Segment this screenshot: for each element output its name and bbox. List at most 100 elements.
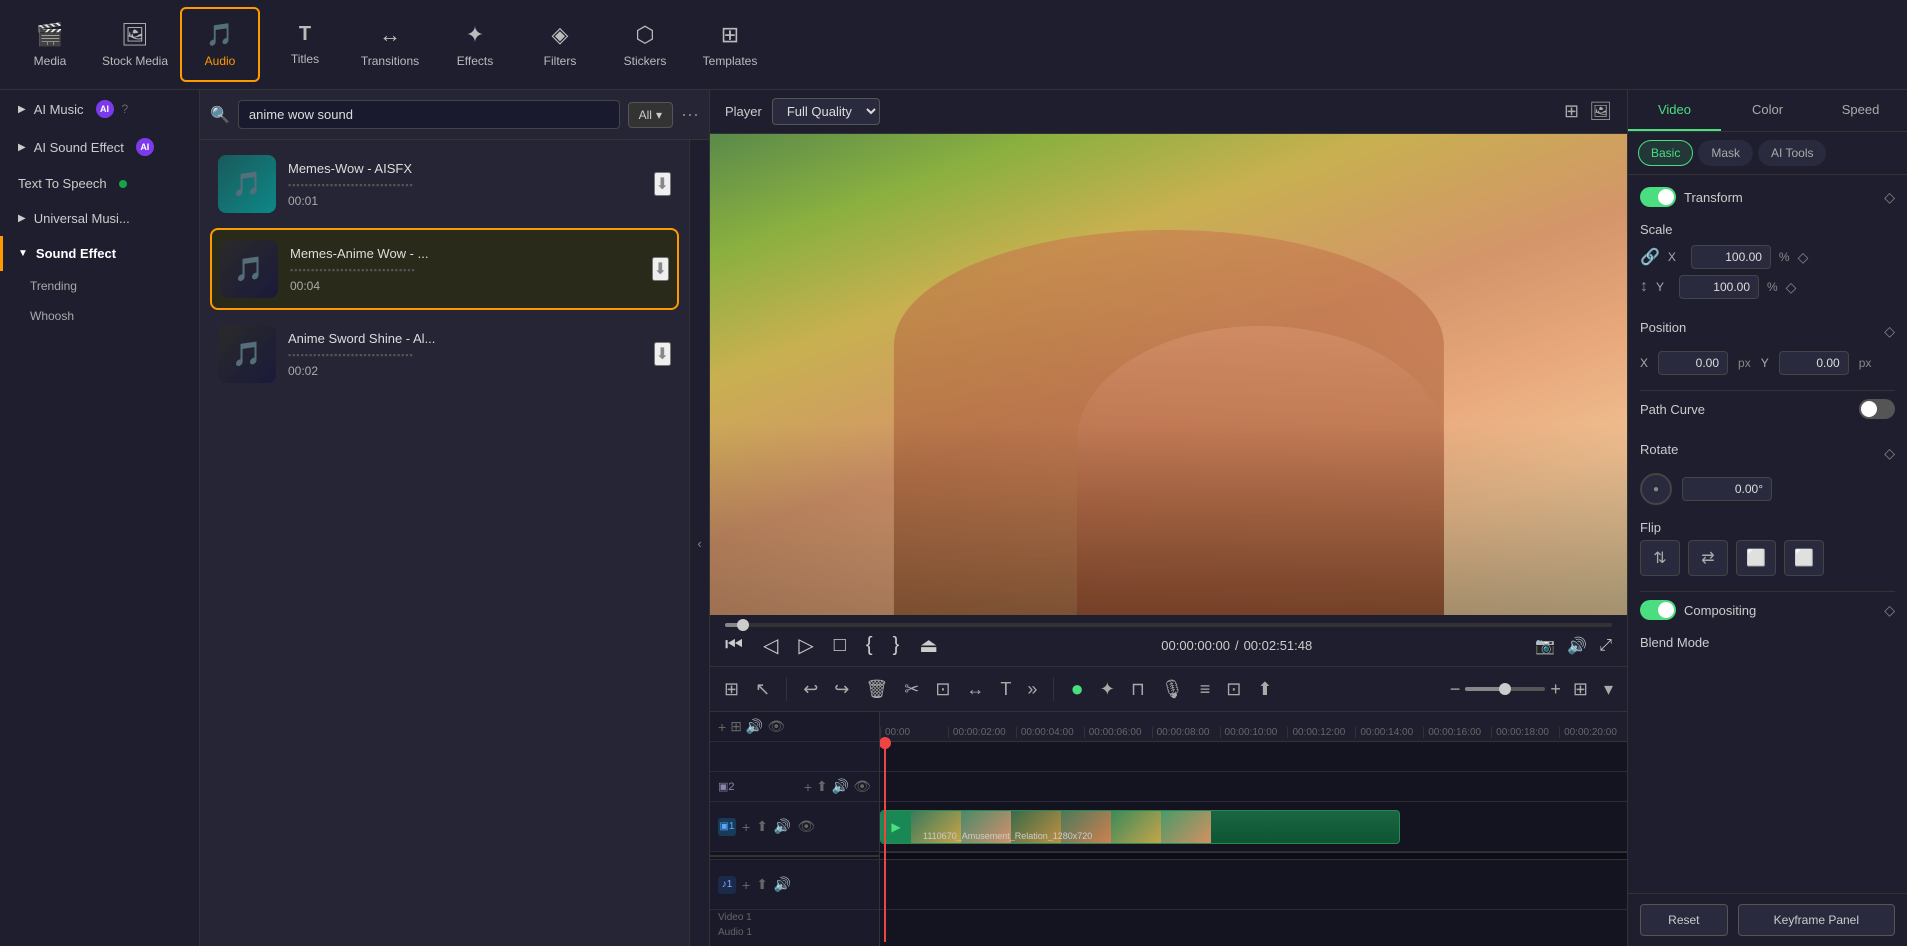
sidebar-item-ai-music[interactable]: ▶ AI Music AI ?	[0, 90, 199, 128]
position-keyframe[interactable]: ◇	[1884, 323, 1895, 340]
toolbar-stickers[interactable]: ⬡ Stickers	[605, 7, 685, 82]
sub-tab-ai-tools[interactable]: AI Tools	[1758, 140, 1826, 166]
insert-button[interactable]: ⏏	[919, 633, 938, 658]
track-btn[interactable]: ≡	[1196, 675, 1215, 704]
download-button-1[interactable]: ⬇	[654, 172, 671, 196]
flip-vertical-button[interactable]: ⇅	[1640, 540, 1680, 576]
transform-keyframe[interactable]: ◇	[1884, 189, 1895, 206]
add-v1-track[interactable]: +	[742, 819, 750, 835]
rotate-dial[interactable]: ●	[1640, 473, 1672, 505]
select-tool-button[interactable]: ↖	[751, 675, 774, 704]
tab-color[interactable]: Color	[1721, 90, 1814, 131]
grid-layout-button[interactable]: ⊞	[1569, 675, 1592, 704]
audio-item-1[interactable]: 🎵 Memes-Wow - AISFX ▪▪▪▪▪▪▪▪▪▪▪▪▪▪▪▪▪▪▪▪…	[210, 145, 679, 223]
speaker-button[interactable]: 🔊	[746, 718, 763, 735]
toolbar-transitions[interactable]: ↔ Transitions	[350, 7, 430, 82]
rotate-input[interactable]	[1682, 477, 1772, 501]
quality-select[interactable]: Full Quality	[772, 98, 880, 125]
video-eye[interactable]: 👁	[853, 778, 871, 795]
a1-volume[interactable]: 🔊	[774, 876, 791, 893]
sidebar-item-ai-sound[interactable]: ▶ AI Sound Effect AI	[0, 128, 199, 166]
audio-item-3[interactable]: 🎵 Anime Sword Shine - Al... ▪▪▪▪▪▪▪▪▪▪▪▪…	[210, 315, 679, 393]
more-tools-button[interactable]: »	[1023, 675, 1041, 704]
scroll-toggle[interactable]: ‹	[689, 140, 709, 946]
text-button[interactable]: T	[996, 675, 1015, 704]
add-media-button[interactable]: ⊞	[720, 675, 743, 704]
audio-stretch-button[interactable]: ↔	[962, 675, 988, 704]
record-button[interactable]: ●	[1066, 672, 1087, 706]
compositing-keyframe[interactable]: ◇	[1884, 602, 1895, 619]
sidebar-item-sound-effect[interactable]: ▼ Sound Effect	[0, 236, 199, 271]
transform-button[interactable]: ⊡	[931, 675, 954, 704]
effects-button[interactable]: ✦	[1096, 675, 1119, 704]
toolbar-effects[interactable]: ✦ Effects	[435, 7, 515, 82]
sidebar-item-universal[interactable]: ▶ Universal Musi...	[0, 201, 199, 236]
tab-video[interactable]: Video	[1628, 90, 1721, 131]
mark-out-button[interactable]: }	[893, 634, 900, 657]
tab-speed[interactable]: Speed	[1814, 90, 1907, 131]
stop-button[interactable]: □	[834, 634, 846, 657]
sidebar-sub-trending[interactable]: Trending	[0, 271, 199, 301]
delete-button[interactable]: 🗑	[861, 675, 892, 704]
video-clip-1[interactable]: ▶	[880, 810, 1400, 844]
export-button[interactable]: ⬆	[1253, 675, 1276, 704]
mark-in-button[interactable]: {	[866, 634, 873, 657]
toolbar-audio[interactable]: 🎵 Audio	[180, 7, 260, 82]
add-track-button[interactable]: +	[718, 719, 726, 735]
grid-view-button[interactable]: ⊞	[1564, 101, 1579, 122]
scale-x-keyframe[interactable]: ◇	[1798, 249, 1809, 266]
eye-button[interactable]: 👁	[767, 718, 785, 735]
upload-video[interactable]: ⬆	[816, 778, 828, 795]
keyframe-panel-button[interactable]: Keyframe Panel	[1738, 904, 1895, 936]
sub-tab-basic[interactable]: Basic	[1638, 140, 1693, 166]
scale-y-input[interactable]	[1679, 275, 1759, 299]
undo-button[interactable]: ↩	[799, 675, 822, 704]
flip-3-button[interactable]: ⬜	[1736, 540, 1776, 576]
progress-bar[interactable]	[725, 623, 1612, 627]
video-volume[interactable]: 🔊	[832, 778, 849, 795]
v1-eye[interactable]: 👁	[797, 818, 815, 835]
zoom-slider[interactable]	[1465, 687, 1545, 691]
scale-y-keyframe[interactable]: ◇	[1786, 279, 1797, 296]
compositing-toggle[interactable]	[1640, 600, 1676, 620]
zoom-out-button[interactable]: −	[1450, 679, 1461, 700]
upload-a1[interactable]: ⬆	[756, 876, 768, 893]
sidebar-sub-whoosh[interactable]: Whoosh	[0, 301, 199, 331]
more-options-button[interactable]: ···	[681, 104, 699, 125]
more-options-button[interactable]: ▾	[1600, 675, 1617, 704]
reset-button[interactable]: Reset	[1640, 904, 1728, 936]
zoom-in-button[interactable]: +	[1550, 679, 1561, 700]
position-y-input[interactable]	[1779, 351, 1849, 375]
download-button-3[interactable]: ⬇	[654, 342, 671, 366]
toolbar-titles[interactable]: T Titles	[265, 7, 345, 82]
sub-tab-mask[interactable]: Mask	[1698, 140, 1753, 166]
upload-v1[interactable]: ⬆	[756, 818, 768, 835]
fullscreen-button[interactable]: ⤢	[1599, 637, 1612, 655]
toolbar-stock[interactable]: 🖼 Stock Media	[95, 7, 175, 82]
image-view-button[interactable]: 🖼	[1589, 101, 1612, 122]
title-button[interactable]: ⊓	[1127, 675, 1149, 704]
step-back-button[interactable]: ⏮	[725, 634, 743, 657]
audio-item-2[interactable]: 🎵 Memes-Anime Wow - ... ▪▪▪▪▪▪▪▪▪▪▪▪▪▪▪▪…	[210, 228, 679, 310]
flip-4-button[interactable]: ⬜	[1784, 540, 1824, 576]
play-back-button[interactable]: ◁	[763, 633, 778, 658]
rotate-keyframe[interactable]: ◇	[1884, 445, 1895, 462]
toolbar-templates[interactable]: ⊞ Templates	[690, 7, 770, 82]
position-x-input[interactable]	[1658, 351, 1728, 375]
cut-button[interactable]: ✂	[900, 675, 923, 704]
filter-button[interactable]: All ▾	[628, 102, 673, 128]
toolbar-media[interactable]: 🎬 Media	[10, 7, 90, 82]
download-button-2[interactable]: ⬇	[652, 257, 669, 281]
v1-volume[interactable]: 🔊	[774, 818, 791, 835]
play-button[interactable]: ▷	[798, 633, 813, 658]
caption-button[interactable]: ⊡	[1222, 675, 1245, 704]
screenshot-button[interactable]: 📷	[1535, 636, 1555, 656]
path-curve-toggle[interactable]	[1859, 399, 1895, 419]
toolbar-filters[interactable]: ◈ Filters	[520, 7, 600, 82]
transform-toggle[interactable]	[1640, 187, 1676, 207]
search-input[interactable]	[238, 100, 620, 129]
add-video-track[interactable]: +	[804, 779, 812, 795]
layout-button[interactable]: ⊞	[730, 718, 742, 735]
voiceover-button[interactable]: 🎙	[1157, 675, 1188, 704]
flip-horizontal-button[interactable]: ⇄	[1688, 540, 1728, 576]
